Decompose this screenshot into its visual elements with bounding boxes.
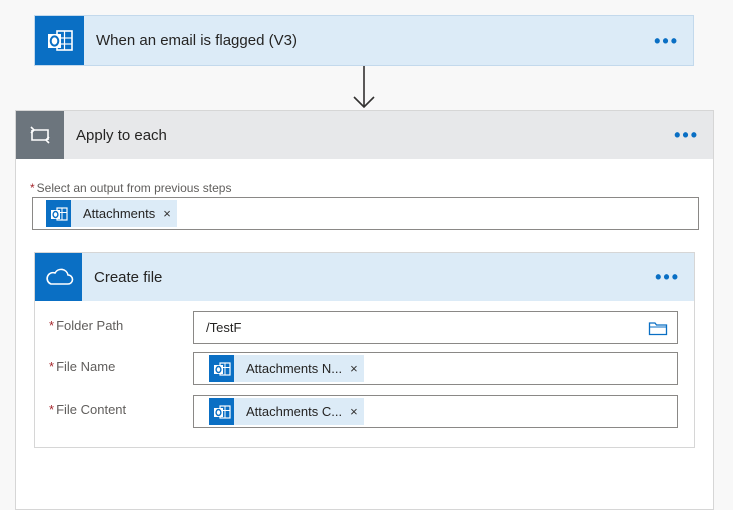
- flow-arrow-icon: [353, 66, 375, 109]
- select-output-label: * Select an output from previous steps: [30, 181, 232, 195]
- apply-to-each-card: Apply to each ••• * Select an output from…: [15, 110, 714, 510]
- folder-path-label: * Folder Path: [49, 318, 124, 333]
- trigger-card[interactable]: When an email is flagged (V3) •••: [34, 15, 694, 66]
- create-file-more-button[interactable]: •••: [655, 268, 680, 286]
- file-name-input[interactable]: Attachments N... ×: [193, 352, 678, 385]
- apply-to-each-header[interactable]: Apply to each •••: [16, 111, 713, 159]
- outlook-icon: [46, 200, 71, 227]
- select-output-field[interactable]: Attachments ×: [32, 197, 699, 230]
- create-file-header[interactable]: Create file •••: [35, 253, 694, 301]
- outlook-icon: [209, 398, 234, 425]
- required-mark: *: [49, 402, 55, 417]
- loop-icon: [16, 111, 64, 159]
- outlook-icon: [209, 355, 234, 382]
- trigger-title: When an email is flagged (V3): [96, 32, 297, 49]
- apply-to-each-more-button[interactable]: •••: [674, 126, 699, 144]
- file-content-label: * File Content: [49, 402, 127, 417]
- apply-to-each-title: Apply to each: [76, 126, 167, 144]
- remove-token-button[interactable]: ×: [350, 361, 358, 376]
- token-label: Attachments C...: [246, 404, 343, 419]
- attachments-token[interactable]: Attachments ×: [46, 200, 177, 227]
- file-name-label: * File Name: [49, 359, 116, 374]
- attachments-name-token[interactable]: Attachments N... ×: [209, 355, 364, 382]
- token-label: Attachments N...: [246, 361, 343, 376]
- token-label: Attachments: [83, 206, 156, 221]
- required-mark: *: [49, 318, 55, 333]
- folder-path-value: /TestF: [206, 320, 242, 335]
- remove-token-button[interactable]: ×: [163, 206, 171, 221]
- trigger-more-button[interactable]: •••: [654, 32, 679, 50]
- create-file-card: Create file ••• * Folder Path /TestF * Fil…: [34, 252, 695, 448]
- onedrive-icon: [35, 253, 82, 301]
- folder-browse-icon[interactable]: [648, 320, 668, 336]
- required-mark: *: [30, 181, 35, 195]
- folder-path-input[interactable]: /TestF: [193, 311, 678, 344]
- remove-token-button[interactable]: ×: [350, 404, 358, 419]
- create-file-title: Create file: [94, 268, 163, 286]
- file-content-input[interactable]: Attachments C... ×: [193, 395, 678, 428]
- outlook-icon: [35, 16, 84, 65]
- attachments-content-token[interactable]: Attachments C... ×: [209, 398, 364, 425]
- required-mark: *: [49, 359, 55, 374]
